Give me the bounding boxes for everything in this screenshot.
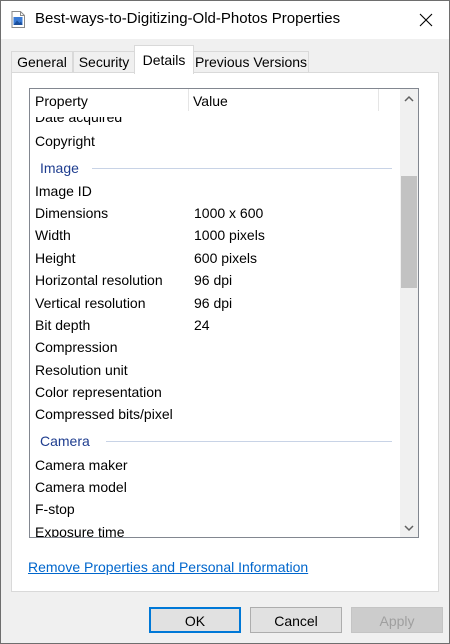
list-rows: Date acquired Copyright Image Image ID D… xyxy=(30,89,400,537)
list-item[interactable]: Dimensions xyxy=(35,202,108,224)
list-item[interactable]: Width xyxy=(35,224,71,246)
list-item[interactable]: Camera maker xyxy=(35,454,128,476)
properties-dialog: Best-ways-to-Digitizing-Old-Photos Prope… xyxy=(0,0,450,644)
chevron-up-icon xyxy=(404,95,414,102)
list-item[interactable]: F-stop xyxy=(35,498,75,520)
list-item[interactable]: Vertical resolution xyxy=(35,292,146,314)
properties-list[interactable]: Date acquired Copyright Image Image ID D… xyxy=(29,88,419,538)
column-divider[interactable] xyxy=(188,89,189,111)
window-title: Best-ways-to-Digitizing-Old-Photos Prope… xyxy=(35,10,341,27)
vertical-scrollbar[interactable] xyxy=(400,89,418,537)
group-divider xyxy=(106,441,392,442)
list-item[interactable]: Resolution unit xyxy=(35,359,128,381)
tab-strip: General Security Details Previous Versio… xyxy=(1,45,449,74)
list-item-value: 600 pixels xyxy=(194,250,258,266)
column-header-value[interactable]: Value xyxy=(193,93,228,109)
list-item[interactable]: Date acquired xyxy=(35,117,122,128)
image-file-icon xyxy=(11,11,25,28)
tab-previous-versions[interactable]: Previous Versions xyxy=(193,51,309,72)
list-item[interactable]: Compression xyxy=(35,336,117,358)
scroll-down-button[interactable] xyxy=(400,519,418,537)
list-item[interactable]: Color representation xyxy=(35,381,162,403)
close-button[interactable] xyxy=(403,1,449,39)
ok-button[interactable]: OK xyxy=(149,607,241,633)
list-item-value: 1000 x 600 xyxy=(194,205,264,221)
list-item[interactable]: Exposure time xyxy=(35,521,124,537)
close-icon xyxy=(419,13,433,27)
list-item[interactable]: Image ID xyxy=(35,180,92,202)
scroll-up-button[interactable] xyxy=(400,89,418,107)
list-item[interactable]: Copyright xyxy=(35,130,95,152)
tab-details[interactable]: Details xyxy=(134,45,194,74)
scrollbar-thumb[interactable] xyxy=(401,176,417,288)
list-item-value: 96 dpi xyxy=(194,295,233,311)
tab-general[interactable]: General xyxy=(11,51,73,72)
list-header: Property Value xyxy=(30,89,400,112)
tab-security[interactable]: Security xyxy=(73,51,135,72)
group-heading-camera: Camera xyxy=(40,433,90,449)
column-header-property[interactable]: Property xyxy=(35,93,88,109)
details-panel: Date acquired Copyright Image Image ID D… xyxy=(11,72,439,592)
list-item[interactable]: Compressed bits/pixel xyxy=(35,403,173,425)
list-item[interactable]: Camera model xyxy=(35,476,127,498)
list-item[interactable]: Horizontal resolution xyxy=(35,269,163,291)
chevron-down-icon xyxy=(404,524,414,531)
apply-button[interactable]: Apply xyxy=(351,607,443,633)
list-item-value: 1000 pixels xyxy=(194,227,265,243)
list-item-value: 96 dpi xyxy=(194,272,233,288)
list-item[interactable]: Bit depth xyxy=(35,314,90,336)
list-item-value: 24 xyxy=(194,317,210,333)
group-heading-image: Image xyxy=(40,160,79,176)
remove-properties-link[interactable]: Remove Properties and Personal Informati… xyxy=(28,559,308,575)
cancel-button[interactable]: Cancel xyxy=(250,607,342,633)
title-bar: Best-ways-to-Digitizing-Old-Photos Prope… xyxy=(1,1,449,39)
column-divider[interactable] xyxy=(378,89,379,111)
group-divider xyxy=(92,168,392,169)
list-item[interactable]: Height xyxy=(35,247,75,269)
